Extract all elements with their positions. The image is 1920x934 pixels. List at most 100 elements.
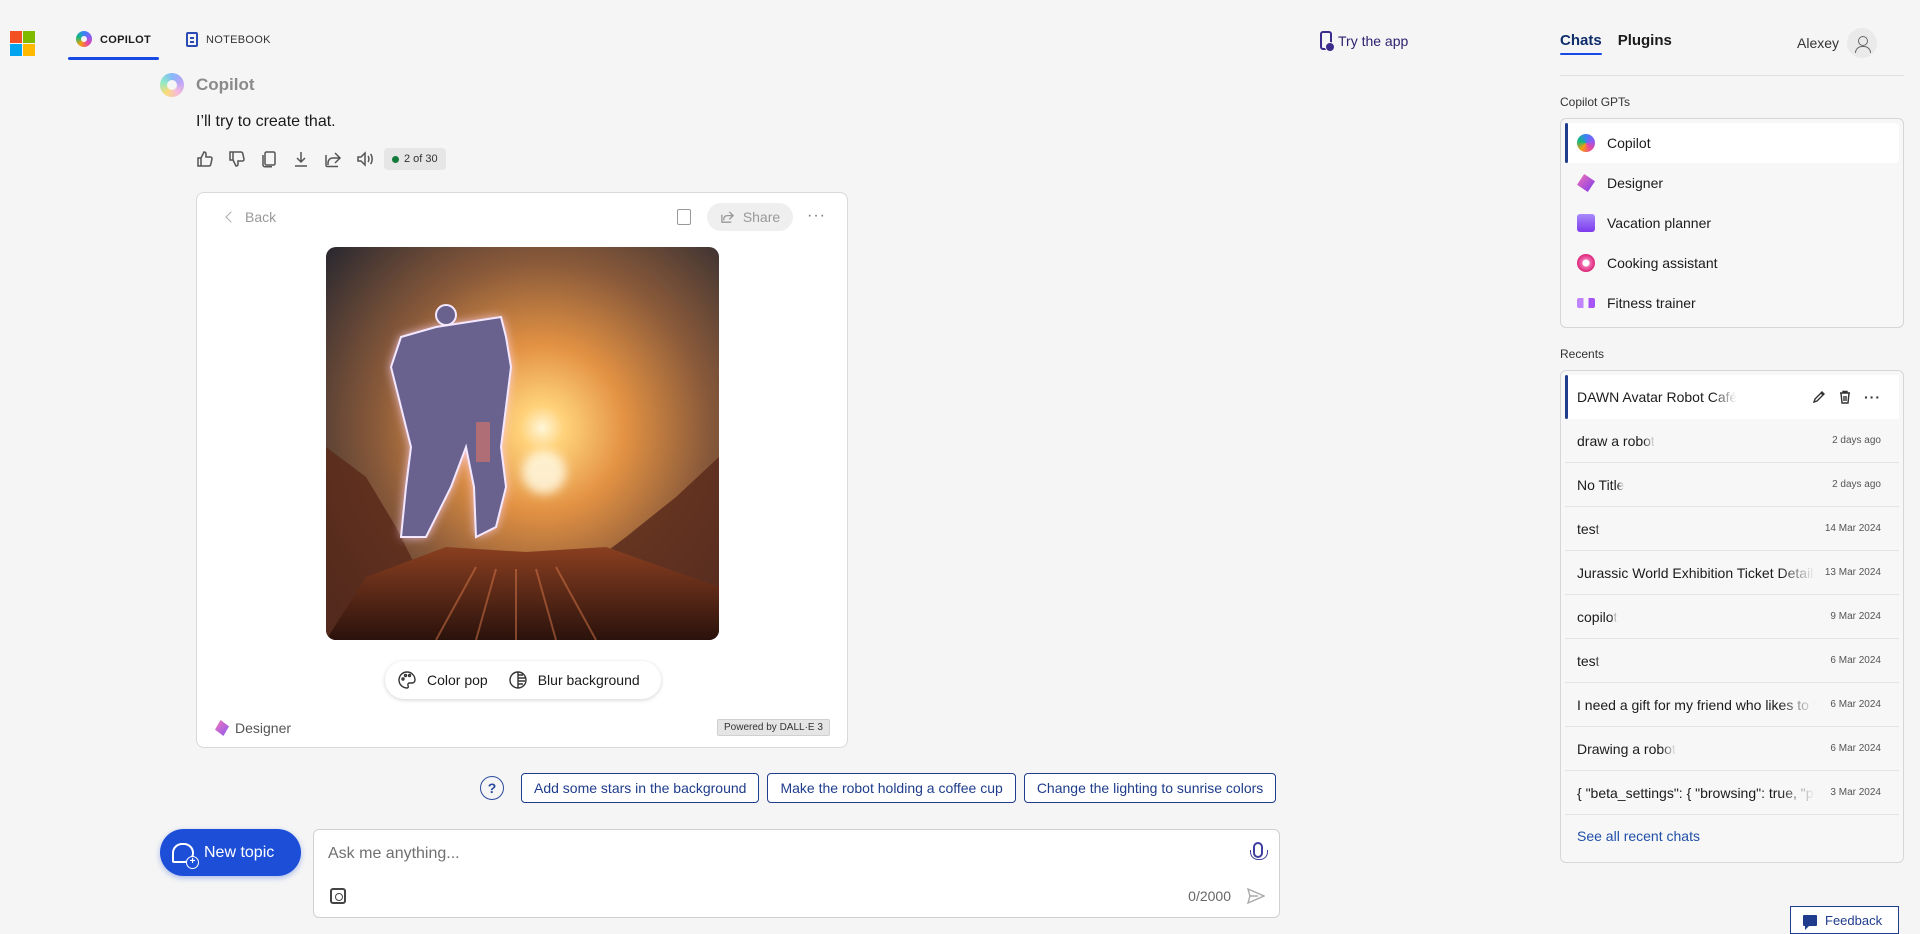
try-the-app-link[interactable]: Try the app (1320, 31, 1409, 52)
back-button[interactable]: Back (225, 209, 277, 225)
recent-chat-item[interactable]: Drawing a robot 6 Mar 2024 (1565, 727, 1899, 771)
suggestion-bar: ? Add some stars in the background Make … (480, 773, 1277, 803)
tab-plugins[interactable]: Plugins (1618, 32, 1672, 55)
feedback-button[interactable]: Feedback (1790, 906, 1899, 934)
copy-image-icon[interactable] (677, 209, 691, 225)
suggestion-chip[interactable]: Make the robot holding a coffee cup (767, 773, 1016, 803)
copy-icon[interactable] (260, 150, 278, 168)
recent-chat-item[interactable]: copilot 9 Mar 2024 (1565, 595, 1899, 639)
tab-notebook[interactable]: NOTEBOOK (186, 30, 271, 60)
recent-chat-item[interactable]: No Title 2 days ago (1565, 463, 1899, 507)
microphone-icon[interactable] (1250, 842, 1268, 860)
gpt-item-fitness-trainer[interactable]: Fitness trainer (1565, 283, 1899, 323)
suggestion-chip[interactable]: Add some stars in the background (521, 773, 760, 803)
share-button[interactable]: Share (707, 203, 793, 231)
recent-chat-title: test (1577, 652, 1600, 669)
recent-chat-date: 3 Mar 2024 (1830, 787, 1881, 798)
char-counter: 0/2000 (1188, 888, 1231, 904)
gpt-item-label: Copilot (1607, 135, 1651, 151)
card-toolbar: Back Share ··· (197, 203, 847, 233)
gpt-item-label: Fitness trainer (1607, 295, 1696, 311)
suitcase-icon (1577, 214, 1595, 232)
feedback-label: Feedback (1825, 912, 1883, 928)
generated-robot-image[interactable] (326, 247, 719, 640)
see-all-recent-chats-link[interactable]: See all recent chats (1565, 815, 1899, 857)
recent-chat-date: 6 Mar 2024 (1830, 655, 1881, 666)
gpt-item-vacation-planner[interactable]: Vacation planner (1565, 203, 1899, 243)
tab-copilot[interactable]: COPILOT (68, 30, 159, 60)
designer-brand[interactable]: Designer (215, 720, 291, 736)
blur-background-button[interactable]: Blur background (508, 670, 640, 690)
notebook-icon (186, 32, 198, 47)
feedback-icon (1803, 914, 1817, 930)
ask-input[interactable] (328, 842, 1208, 866)
recent-chat-date: 9 Mar 2024 (1830, 611, 1881, 622)
read-aloud-icon[interactable] (356, 150, 374, 168)
message-author: Copilot (196, 75, 255, 94)
recent-chat-item[interactable]: { "beta_settings": { "browsing": true, "… (1565, 771, 1899, 815)
new-chat-icon (172, 842, 199, 869)
status-dot-icon (392, 155, 399, 163)
recents-list: DAWN Avatar Robot Café ··· draw a robot … (1560, 370, 1904, 863)
dumbbell-icon (1577, 298, 1595, 308)
more-options-button[interactable]: ··· (807, 207, 826, 225)
designer-icon (215, 720, 229, 736)
image-capture-icon[interactable] (330, 888, 346, 904)
thumbs-down-icon[interactable] (228, 150, 246, 168)
delete-icon[interactable] (1838, 390, 1852, 404)
panel-tabs: Chats Plugins (1560, 32, 1672, 55)
download-icon[interactable] (292, 150, 310, 168)
gpt-item-designer[interactable]: Designer (1565, 163, 1899, 203)
color-pop-button[interactable]: Color pop (397, 670, 488, 690)
tab-chats[interactable]: Chats (1560, 32, 1602, 55)
robot-sunset-illustration (326, 247, 719, 640)
image-result-card: Back Share ··· Color pop Blur background… (196, 192, 848, 748)
send-button[interactable] (1246, 887, 1266, 905)
back-label: Back (245, 209, 277, 225)
recent-chat-item[interactable]: test 6 Mar 2024 (1565, 639, 1899, 683)
gpt-item-cooking-assistant[interactable]: Cooking assistant (1565, 243, 1899, 283)
user-account[interactable]: Alexey (1797, 28, 1878, 58)
recent-chat-title: copilot (1577, 608, 1618, 625)
question-icon[interactable]: ? (480, 776, 504, 800)
more-options-icon[interactable]: ··· (1864, 389, 1881, 405)
recent-chat-item[interactable]: draw a robot 2 days ago (1565, 419, 1899, 463)
recent-chat-date: 13 Mar 2024 (1824, 567, 1881, 578)
recent-chat-title: test (1577, 520, 1600, 537)
copilot-avatar-icon (160, 73, 184, 97)
share-label: Share (742, 209, 781, 225)
tab-notebook-label: NOTEBOOK (206, 34, 271, 46)
image-edit-tools: Color pop Blur background (385, 661, 661, 699)
recent-chat-item[interactable]: I need a gift for my friend who likes to… (1565, 683, 1899, 727)
phone-icon (1320, 31, 1335, 52)
recent-chat-actions: ··· (1812, 389, 1881, 405)
recent-chat-date: 14 Mar 2024 (1824, 523, 1881, 534)
microsoft-logo-icon[interactable] (10, 31, 35, 56)
suggestion-chip[interactable]: Change the lighting to sunrise colors (1023, 773, 1277, 803)
recent-chat-item[interactable]: Jurassic World Exhibition Ticket Details… (1565, 551, 1899, 595)
response-page-indicator[interactable]: 2 of 30 (384, 148, 446, 170)
recent-chat-date: 2 days ago (1832, 435, 1881, 446)
edit-icon[interactable] (1812, 390, 1826, 404)
recent-chat-title: Jurassic World Exhibition Ticket Details (1577, 564, 1815, 581)
thumbs-up-icon[interactable] (196, 150, 214, 168)
color-pop-label: Color pop (427, 672, 488, 688)
chat-composer: 0/2000 (313, 829, 1280, 918)
recent-chat-date: 6 Mar 2024 (1830, 743, 1881, 754)
share-icon[interactable] (324, 150, 342, 168)
new-topic-button[interactable]: New topic (160, 829, 301, 876)
recent-chat-item[interactable]: DAWN Avatar Robot Café ··· (1565, 375, 1899, 419)
copilot-logo-icon (1577, 134, 1595, 152)
gpt-item-label: Cooking assistant (1607, 255, 1718, 271)
recent-chat-title: { "beta_settings": { "browsing": true, "… (1577, 784, 1815, 801)
try-the-app-label: Try the app (1338, 32, 1409, 49)
chevron-left-icon (225, 211, 237, 223)
message-header: Copilot (160, 73, 255, 97)
recent-chat-item[interactable]: test 14 Mar 2024 (1565, 507, 1899, 551)
gpt-item-copilot[interactable]: Copilot (1565, 123, 1899, 163)
message-text: I’ll try to create that. (196, 113, 336, 130)
gpt-item-label: Designer (1607, 175, 1664, 191)
recents-section-label: Recents (1560, 347, 1605, 361)
gpt-item-label: Vacation planner (1607, 215, 1712, 231)
gpts-section-label: Copilot GPTs (1560, 95, 1631, 109)
